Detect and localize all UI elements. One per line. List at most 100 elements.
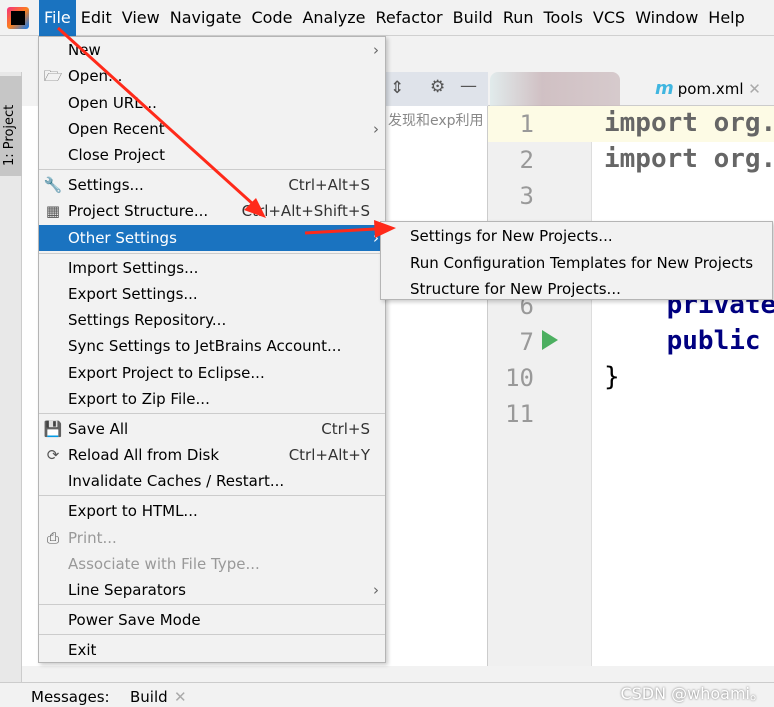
menu-item-open[interactable]: 🗁 Open... — [39, 63, 385, 89]
menu-item-open-recent[interactable]: Open Recent › — [39, 116, 385, 142]
menu-item-power-save-mode[interactable]: Power Save Mode — [39, 607, 385, 633]
menu-item-label: Print... — [68, 529, 117, 547]
project-structure-icon: ▦ — [45, 202, 61, 220]
close-build-icon[interactable]: ✕ — [174, 688, 187, 706]
menu-item-label: Invalidate Caches / Restart... — [68, 472, 285, 490]
menu-item-label: Save All — [68, 420, 129, 438]
submenu-item[interactable]: Run Configuration Templates for New Proj… — [410, 250, 753, 276]
wrench-icon: 🔧 — [43, 176, 63, 194]
line-number: 7 — [519, 328, 534, 356]
panel-toolbar: ⇕ ⚙ — — [386, 72, 488, 106]
minimize-icon[interactable]: — — [460, 76, 477, 96]
menu-vcs[interactable]: VCS — [588, 0, 630, 36]
menu-edit[interactable]: Edit — [76, 0, 117, 36]
menu-tools[interactable]: Tools — [539, 0, 588, 36]
menu-item-label: Associate with File Type... — [68, 555, 260, 573]
tab-pom-xml[interactable]: m pom.xml ✕ — [655, 78, 761, 99]
menu-item-label: Export to HTML... — [68, 502, 198, 520]
collapse-icon[interactable]: ⇕ — [390, 78, 404, 98]
menu-refactor[interactable]: Refactor — [371, 0, 448, 36]
menu-separator — [39, 604, 385, 605]
menu-item-label: New — [68, 41, 101, 59]
menu-item-label: Open... — [68, 67, 123, 85]
menu-separator — [39, 169, 385, 170]
menu-item-print: ⎙ Print... — [39, 525, 385, 551]
menu-item-label: Exit — [68, 641, 97, 659]
menu-item-label: Other Settings — [68, 229, 177, 247]
shortcut: Ctrl+Alt+Y — [288, 446, 370, 464]
menu-item-label: Export Settings... — [68, 285, 198, 303]
menu-item-label: Import Settings... — [68, 259, 199, 277]
gear-icon[interactable]: ⚙ — [430, 77, 445, 97]
menu-item-sync-settings-to-jetbrains-account[interactable]: Sync Settings to JetBrains Account... — [39, 333, 385, 359]
submenu-item[interactable]: Settings for New Projects... — [410, 223, 613, 249]
menu-item-export-settings[interactable]: Export Settings... — [39, 281, 385, 307]
menu-item-label: Export to Zip File... — [68, 390, 210, 408]
menu-run[interactable]: Run — [498, 0, 539, 36]
intellij-logo-icon — [7, 6, 29, 29]
chevron-right-icon: › — [373, 120, 379, 138]
run-icon[interactable] — [542, 330, 558, 350]
code-line: } — [604, 362, 620, 392]
menu-item-label: Sync Settings to JetBrains Account... — [68, 337, 342, 355]
menu-view[interactable]: View — [117, 0, 165, 36]
code-line: public — [604, 326, 761, 356]
menu-analyze[interactable]: Analyze — [297, 0, 370, 36]
save-icon: 💾 — [43, 420, 63, 438]
menu-help[interactable]: Help — [703, 0, 749, 36]
menu-item-export-project-to-eclipse[interactable]: Export Project to Eclipse... — [39, 360, 385, 386]
line-number: 3 — [519, 182, 534, 210]
menu-item-save-all[interactable]: 💾 Save All Ctrl+S — [39, 416, 385, 442]
menu-item-new[interactable]: New › — [39, 37, 385, 63]
menu-item-label: Open URL... — [68, 94, 157, 112]
project-tool-tab[interactable]: 1: Project — [0, 76, 22, 176]
menu-item-close-project[interactable]: Close Project — [39, 142, 385, 168]
submenu-item[interactable]: Structure for New Projects... — [410, 276, 621, 302]
menu-item-label: Settings... — [68, 176, 144, 194]
menu-item-project-structure[interactable]: ▦ Project Structure... Ctrl+Alt+Shift+S — [39, 198, 385, 224]
menu-item-label: Export Project to Eclipse... — [68, 364, 265, 382]
menu-code[interactable]: Code — [247, 0, 298, 36]
print-icon: ⎙ — [46, 529, 59, 547]
menu-item-label: Reload All from Disk — [68, 446, 220, 464]
menu-navigate[interactable]: Navigate — [165, 0, 247, 36]
menu-item-settings-repository[interactable]: Settings Repository... — [39, 307, 385, 333]
menu-item-exit[interactable]: Exit — [39, 637, 385, 663]
menu-item-label: Open Recent — [68, 120, 165, 138]
chevron-right-icon: › — [373, 41, 379, 59]
menu-item-label: Power Save Mode — [68, 611, 201, 629]
line-number: 1 — [519, 110, 534, 138]
menu-item-label: Project Structure... — [68, 202, 209, 220]
chevron-right-icon: › — [373, 229, 379, 247]
menu-build[interactable]: Build — [448, 0, 498, 36]
tree-item-text[interactable]: 发现和exp利用 — [388, 110, 484, 130]
menu-item-export-to-zip-file[interactable]: Export to Zip File... — [39, 386, 385, 412]
reload-icon: ⟳ — [46, 446, 60, 464]
menu-item-import-settings[interactable]: Import Settings... — [39, 255, 385, 281]
menu-item-label: Line Separators — [68, 581, 186, 599]
menu-item-open-url[interactable]: Open URL... — [39, 90, 385, 116]
maven-icon: m — [655, 78, 674, 99]
tab-label: pom.xml — [677, 80, 744, 98]
menu-separator — [39, 413, 385, 414]
menu-item-export-to-html[interactable]: Export to HTML... — [39, 498, 385, 524]
menu-item-line-separators[interactable]: Line Separators › — [39, 577, 385, 603]
build-tab[interactable]: Build — [130, 688, 168, 706]
messages-label: Messages: — [31, 688, 110, 706]
menu-separator — [39, 253, 385, 254]
line-number: 2 — [519, 146, 534, 174]
menu-window[interactable]: Window — [630, 0, 703, 36]
menu-item-associate-with-file-type: Associate with File Type... — [39, 551, 385, 577]
close-tab-icon[interactable]: ✕ — [748, 80, 761, 98]
watermark: CSDN @whoami。 — [620, 684, 766, 703]
menu-file[interactable]: File — [39, 0, 76, 36]
menu-item-reload-all-from-disk[interactable]: ⟳ Reload All from Disk Ctrl+Alt+Y — [39, 442, 385, 468]
menu-item-invalidate-caches-restart[interactable]: Invalidate Caches / Restart... — [39, 468, 385, 494]
other-settings-submenu: Settings for New Projects... Run Configur… — [380, 221, 773, 300]
menu-item-settings[interactable]: 🔧 Settings... Ctrl+Alt+S — [39, 172, 385, 198]
menu-item-other-settings[interactable]: Other Settings › — [39, 225, 385, 251]
folder-open-icon: 🗁 — [43, 67, 63, 85]
menu-separator — [39, 634, 385, 635]
project-tab-label: 1: Project — [2, 104, 17, 166]
menu-bar: File Edit View Navigate Code Analyze Refactor B… — [0, 0, 774, 36]
